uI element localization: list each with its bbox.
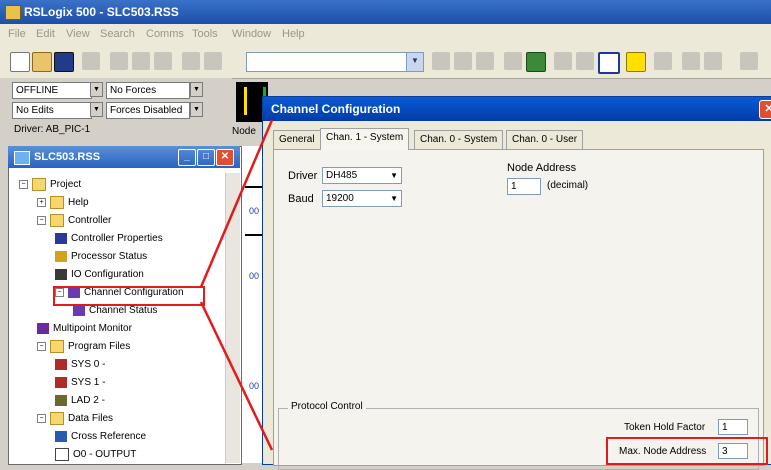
tab-chan1-system[interactable]: Chan. 1 - System <box>320 128 410 150</box>
annotation-lines <box>199 119 274 451</box>
annotation-line-lower <box>199 301 274 451</box>
annotation-line-upper <box>199 119 274 288</box>
